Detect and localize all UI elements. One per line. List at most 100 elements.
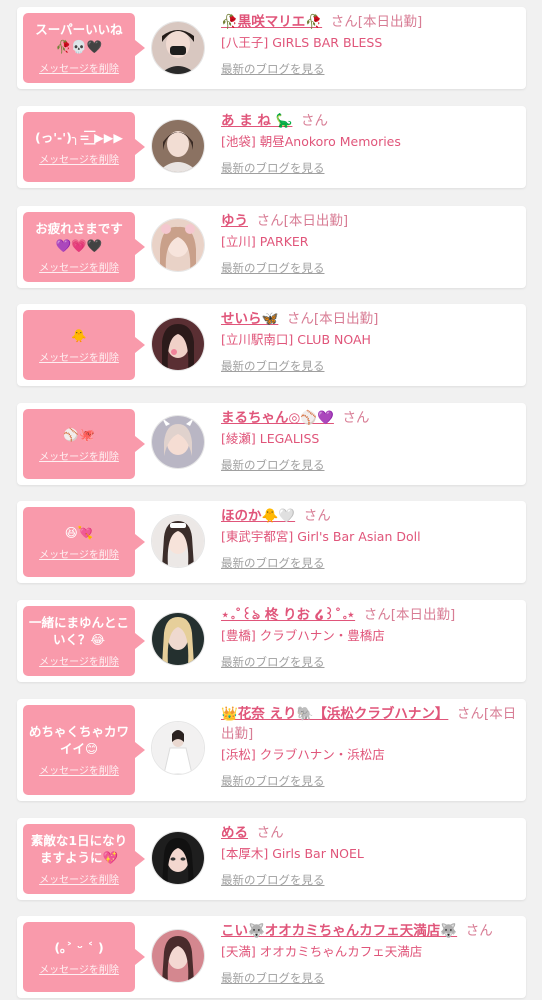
avatar[interactable] <box>152 318 204 370</box>
girl-info: せいら🦋 さん[本日出勤] [立川駅南口] CLUB NOAH 最新のブログを見… <box>221 309 520 375</box>
shop-name: [綾瀬] LEGALISS <box>221 431 320 446</box>
latest-blog-link[interactable]: 最新のブログを見る <box>221 554 325 572</box>
avatar[interactable] <box>152 120 204 172</box>
girl-info: ゆう さん[本日出勤] [立川] PARKER 最新のブログを見る <box>221 211 520 277</box>
shop-name: [立川] PARKER <box>221 234 309 249</box>
message-text: スーパーいいね 🥀💀🖤 <box>35 22 123 54</box>
latest-blog-link[interactable]: 最新のブログを見る <box>221 653 325 671</box>
avatar[interactable] <box>152 722 204 774</box>
message-bubble: 😆💘 メッセージを削除 <box>23 507 145 577</box>
girl-name-link[interactable]: あ ま ね 🦕 <box>221 113 292 129</box>
list-item: 🐥 メッセージを削除 せいら🦋 さん[本日出勤] [立川駅南口] CLUB NO… <box>17 304 526 386</box>
message-bubble: (｡˃ ᵕ ˂ ) メッセージを削除 <box>23 922 145 992</box>
message-bubble: お疲れさまです 💜💗🖤 メッセージを削除 <box>23 212 145 282</box>
message-text: (っ'-')╮=͟͟͞͞ ▶▶▶ <box>35 129 123 145</box>
avatar[interactable] <box>152 22 204 74</box>
shop-name: [八王子] GIRLS BAR BLESS <box>221 35 383 50</box>
message-bubble: めちゃくちゃカワ イイ😊 メッセージを削除 <box>23 705 145 795</box>
list-item: ⚾️🐙 メッセージを削除 まるちゃん◎⚾️💜 さん [綾瀬] LEGALISS … <box>17 403 526 485</box>
list-item: めちゃくちゃカワ イイ😊 メッセージを削除 👑花奈 えり🐘【浜松クラブハナン】 … <box>17 699 526 801</box>
shop-name: [立川駅南口] CLUB NOAH <box>221 332 371 347</box>
delete-message-link[interactable]: メッセージを削除 <box>39 546 119 561</box>
delete-message-link[interactable]: メッセージを削除 <box>39 349 119 364</box>
avatar[interactable] <box>152 832 204 884</box>
latest-blog-link[interactable]: 最新のブログを見る <box>221 357 325 375</box>
list-item: お疲れさまです 💜💗🖤 メッセージを削除 ゆう さん[本日出勤] [立川] PA… <box>17 206 526 288</box>
shop-name: [池袋] 朝昼Anokoro Memories <box>221 134 401 149</box>
message-list: スーパーいいね 🥀💀🖤 メッセージを削除 🥀黒咲マリエ🥀 さん[本日出勤] [八… <box>0 0 542 1000</box>
latest-blog-link[interactable]: 最新のブログを見る <box>221 871 325 889</box>
avatar[interactable] <box>152 613 204 665</box>
shop-name: [豊橋] クラブハナン・豊橋店 <box>221 628 385 643</box>
delete-message-link[interactable]: メッセージを削除 <box>39 653 119 668</box>
honorific: さん <box>465 923 493 939</box>
girl-name-link[interactable]: せいら🦋 <box>221 311 278 327</box>
message-bubble: スーパーいいね 🥀💀🖤 メッセージを削除 <box>23 13 145 83</box>
message-bubble: 一緒にまゆんとこ いく？😂 メッセージを削除 <box>23 606 145 676</box>
message-bubble: 素敵な1日になり ますように💖 メッセージを削除 <box>23 824 145 894</box>
girl-name-link[interactable]: 🥀黒咲マリエ🥀 <box>221 14 322 30</box>
girl-info: まるちゃん◎⚾️💜 さん [綾瀬] LEGALISS 最新のブログを見る <box>221 408 520 474</box>
message-text: (｡˃ ᵕ ˂ ) <box>54 939 104 955</box>
on-duty-badge: [本日出勤] <box>357 14 423 30</box>
avatar[interactable] <box>152 219 204 271</box>
on-duty-badge: [本日出勤] <box>283 213 349 229</box>
message-bubble: (っ'-')╮=͟͟͞͞ ▶▶▶ メッセージを削除 <box>23 112 145 182</box>
girl-info: ほのか🐥🤍 さん [東武宇都宮] Girl's Bar Asian Doll 最… <box>221 506 520 572</box>
message-text: ⚾️🐙 <box>63 426 95 442</box>
honorific: さん <box>256 825 284 841</box>
latest-blog-link[interactable]: 最新のブログを見る <box>221 456 325 474</box>
delete-message-link[interactable]: メッセージを削除 <box>39 259 119 274</box>
honorific: さん <box>363 607 391 623</box>
honorific: さん <box>286 311 314 327</box>
girl-info: める さん [本厚木] Girls Bar NOEL 最新のブログを見る <box>221 823 520 889</box>
on-duty-badge: [本日出勤] <box>313 311 379 327</box>
latest-blog-link[interactable]: 最新のブログを見る <box>221 259 325 277</box>
delete-message-link[interactable]: メッセージを削除 <box>39 762 119 777</box>
delete-message-link[interactable]: メッセージを削除 <box>39 60 119 75</box>
latest-blog-link[interactable]: 最新のブログを見る <box>221 772 325 790</box>
honorific: さん <box>256 213 284 229</box>
list-item: 😆💘 メッセージを削除 ほのか🐥🤍 さん [東武宇都宮] Girl's Bar … <box>17 501 526 583</box>
girl-name-link[interactable]: まるちゃん◎⚾️💜 <box>221 410 334 426</box>
delete-message-link[interactable]: メッセージを削除 <box>39 961 119 976</box>
girl-name-link[interactable]: こい🐺オオカミちゃんカフェ天満店🐺 <box>221 923 457 939</box>
shop-name: [本厚木] Girls Bar NOEL <box>221 846 364 861</box>
avatar[interactable] <box>152 515 204 567</box>
avatar[interactable] <box>152 930 204 982</box>
message-text: 🐥 <box>71 327 87 343</box>
honorific: さん <box>330 14 358 30</box>
avatar[interactable] <box>152 416 204 468</box>
honorific: さん <box>301 113 329 129</box>
latest-blog-link[interactable]: 最新のブログを見る <box>221 159 325 177</box>
message-text: 素敵な1日になり ますように💖 <box>30 833 128 865</box>
message-text: めちゃくちゃカワ イイ😊 <box>28 724 129 756</box>
message-text: 一緒にまゆんとこ いく？😂 <box>28 615 129 647</box>
list-item: スーパーいいね 🥀💀🖤 メッセージを削除 🥀黒咲マリエ🥀 さん[本日出勤] [八… <box>17 7 526 89</box>
delete-message-link[interactable]: メッセージを削除 <box>39 871 119 886</box>
message-bubble: 🐥 メッセージを削除 <box>23 310 145 380</box>
list-item: (｡˃ ᵕ ˂ ) メッセージを削除 こい🐺オオカミちゃんカフェ天満店🐺 さん … <box>17 916 526 998</box>
list-item: (っ'-')╮=͟͟͞͞ ▶▶▶ メッセージを削除 あ ま ね 🦕 さん [池袋… <box>17 106 526 188</box>
girl-name-link[interactable]: ⋆｡˚꒰ঌ 柊 りお ໒꒱˚｡⋆ <box>221 607 355 623</box>
delete-message-link[interactable]: メッセージを削除 <box>39 448 119 463</box>
girl-name-link[interactable]: ゆう <box>221 213 248 229</box>
latest-blog-link[interactable]: 最新のブログを見る <box>221 969 325 987</box>
message-text: 😆💘 <box>64 524 94 540</box>
honorific: さん <box>456 706 484 722</box>
latest-blog-link[interactable]: 最新のブログを見る <box>221 60 325 78</box>
girl-info: 👑花奈 えり🐘【浜松クラブハナン】 さん[本日出勤] [浜松] クラブハナン・浜… <box>221 704 520 790</box>
girl-info: 🥀黒咲マリエ🥀 さん[本日出勤] [八王子] GIRLS BAR BLESS 最… <box>221 12 520 78</box>
list-item: 一緒にまゆんとこ いく？😂 メッセージを削除 ⋆｡˚꒰ঌ 柊 りお ໒꒱˚｡⋆ … <box>17 600 526 682</box>
shop-name: [浜松] クラブハナン・浜松店 <box>221 747 385 762</box>
on-duty-badge: [本日出勤] <box>390 607 456 623</box>
girl-info: こい🐺オオカミちゃんカフェ天満店🐺 さん [天満] オオカミちゃんカフェ天満店 … <box>221 921 520 987</box>
message-bubble: ⚾️🐙 メッセージを削除 <box>23 409 145 479</box>
list-item: 素敵な1日になり ますように💖 メッセージを削除 める さん [本厚木] Gir… <box>17 818 526 900</box>
delete-message-link[interactable]: メッセージを削除 <box>39 151 119 166</box>
girl-name-link[interactable]: める <box>221 825 248 841</box>
girl-name-link[interactable]: 👑花奈 えり🐘【浜松クラブハナン】 <box>221 706 448 722</box>
shop-name: [東武宇都宮] Girl's Bar Asian Doll <box>221 529 421 544</box>
girl-info: ⋆｡˚꒰ঌ 柊 りお ໒꒱˚｡⋆ さん[本日出勤] [豊橋] クラブハナン・豊橋… <box>221 605 520 671</box>
girl-name-link[interactable]: ほのか🐥🤍 <box>221 508 295 524</box>
